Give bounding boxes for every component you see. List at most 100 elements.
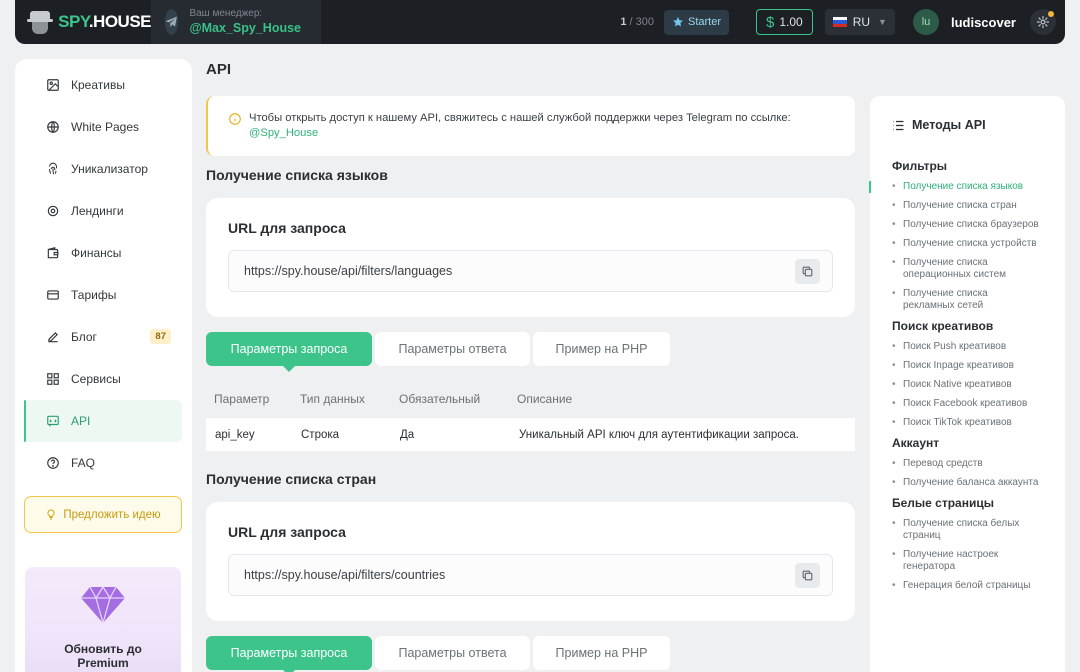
question-icon (46, 456, 60, 470)
table-cell: Строка (301, 429, 340, 441)
sidebar-item-label: Блог (71, 330, 97, 344)
avatar[interactable]: lu (912, 9, 939, 35)
premium-line-1: Обновить до (64, 642, 142, 656)
url-field-countries[interactable]: https://spy.house/api/filters/countries (228, 554, 833, 596)
sidebar-item-finance[interactable]: Финансы (24, 232, 182, 274)
sidebar-item-api[interactable]: API (24, 400, 182, 442)
table-cell: api_key (215, 429, 255, 441)
sidebar-item-creatives[interactable]: Креативы (24, 64, 182, 106)
column-header: Обязательный (399, 392, 481, 406)
method-link[interactable]: Поиск Native креативов (892, 379, 1042, 391)
copy-icon (802, 266, 813, 276)
manager-label: Ваш менеджер: (189, 8, 263, 19)
column-header: Параметр (214, 392, 270, 406)
method-link[interactable]: Получение списка стран (892, 200, 1042, 212)
method-link[interactable]: Получение списка языков (869, 181, 1042, 193)
method-link[interactable]: Перевод средств (892, 458, 1042, 470)
sidebar-item-white-pages[interactable]: White Pages (24, 106, 182, 148)
diamond-icon (81, 585, 125, 624)
copy-button[interactable] (795, 562, 820, 588)
sidebar-item-tariffs[interactable]: Тарифы (24, 274, 182, 316)
tab-php-example[interactable]: Пример на PHP (533, 332, 670, 366)
language-select[interactable]: RU ▼ (824, 9, 895, 35)
list-icon (893, 120, 904, 130)
tabs-languages: Параметры запроса Параметры ответа Приме… (206, 332, 673, 372)
tab-response-params[interactable]: Параметры ответа (375, 636, 530, 670)
table-cell: Уникальный API ключ для аутентификации з… (519, 429, 799, 441)
settings-button[interactable] (1030, 9, 1056, 35)
method-link[interactable]: Получение баланса аккаунта (892, 477, 1042, 489)
method-link[interactable]: Получение списка браузеров (892, 219, 1042, 231)
url-card-countries: URL для запроса https://spy.house/api/fi… (206, 502, 855, 621)
method-link[interactable]: Поиск Push креативов (892, 341, 1042, 353)
plan-badge[interactable]: Starter (663, 9, 729, 35)
method-link[interactable]: Получение списка рекламных сетей (892, 288, 1042, 312)
url-value: https://spy.house/api/filters/languages (244, 264, 453, 278)
sidebar-item-landings[interactable]: Лендинги (24, 190, 182, 232)
method-link[interactable]: Поиск Facebook креативов (892, 398, 1042, 410)
notification-dot (1048, 11, 1054, 17)
section-title-countries: Получение списка стран (206, 471, 377, 487)
globe-icon (46, 120, 60, 134)
api-icon (46, 414, 60, 428)
premium-line-2: Premium (77, 656, 129, 670)
section-title-languages: Получение списка языков (206, 167, 388, 183)
method-link[interactable]: Получение списка устройств (892, 238, 1042, 250)
methods-group-account: Аккаунт (892, 436, 940, 450)
usage-counter: 1 / 300 (620, 16, 654, 28)
lightbulb-icon (47, 509, 55, 520)
premium-upgrade-card[interactable]: Обновить до Premium (25, 567, 181, 672)
star-icon (672, 17, 683, 27)
username[interactable]: ludiscover (951, 15, 1016, 30)
sidebar-item-blog[interactable]: Блог 87 (24, 316, 182, 358)
copy-icon (802, 570, 813, 580)
spy-logo-icon (27, 9, 53, 35)
manager-link[interactable]: @Max_Spy_House (189, 20, 301, 36)
balance-button[interactable]: $ 1.00 (756, 9, 813, 35)
table-row: api_key Строка Да Уникальный API ключ дл… (206, 418, 855, 451)
language-value: RU (852, 15, 871, 29)
sidebar-item-label: Уникализатор (71, 162, 148, 176)
methods-group-filters: Фильтры (892, 159, 948, 173)
chevron-down-icon: ▼ (878, 17, 887, 27)
method-link[interactable]: Получение списка белых страниц (892, 518, 1042, 542)
suggest-idea-button[interactable]: Предложить идею (24, 496, 182, 533)
alert-text: Чтобы открыть доступ к нашему API, свяжи… (249, 112, 791, 124)
image-icon (46, 78, 60, 92)
method-link[interactable]: Поиск TikTok креативов (892, 417, 1042, 429)
sidebar-item-services[interactable]: Сервисы (24, 358, 182, 400)
dollar-icon: $ (766, 13, 775, 31)
url-card-title: URL для запроса (228, 524, 346, 540)
logo[interactable]: SPY.HOUSE (15, 0, 152, 44)
support-telegram-link[interactable]: @Spy_House (249, 127, 318, 139)
method-link[interactable]: Генерация белой страницы (892, 580, 1042, 592)
url-field-languages[interactable]: https://spy.house/api/filters/languages (228, 250, 833, 292)
url-card-languages: URL для запроса https://spy.house/api/fi… (206, 198, 855, 317)
tab-php-example[interactable]: Пример на PHP (533, 636, 670, 670)
copy-button[interactable] (795, 258, 820, 284)
methods-group-white-pages: Белые страницы (892, 496, 994, 510)
tab-response-params[interactable]: Параметры ответа (375, 332, 530, 366)
manager-block[interactable]: Ваш менеджер: @Max_Spy_House (151, 0, 321, 44)
column-header: Описание (517, 392, 573, 406)
table-header: Параметр Тип данных Обязательный Описани… (206, 392, 855, 408)
access-alert: Чтобы открыть доступ к нашему API, свяжи… (206, 96, 855, 156)
method-link[interactable]: Получение настроек генератора (892, 549, 1042, 573)
tab-request-params[interactable]: Параметры запроса (206, 332, 372, 372)
tabs-countries: Параметры запроса Параметры ответа Приме… (206, 636, 673, 672)
sidebar-item-label: Сервисы (71, 372, 121, 386)
method-link[interactable]: Поиск Inpage креативов (892, 360, 1042, 372)
russia-flag-icon (832, 17, 847, 27)
api-methods-panel: Методы API Фильтры Получение списка язык… (869, 96, 1065, 672)
sidebar-item-label: Финансы (71, 246, 122, 260)
sidebar-item-uniqualizer[interactable]: Уникализатор (24, 148, 182, 190)
methods-group-creative-search: Поиск креативов (892, 319, 994, 333)
sidebar-item-faq[interactable]: FAQ (24, 442, 182, 484)
tab-request-params[interactable]: Параметры запроса (206, 636, 372, 672)
card-icon (46, 288, 60, 302)
sidebar-item-label: Креативы (71, 78, 125, 92)
method-link[interactable]: Получение списка операционных систем (892, 257, 1042, 281)
target-icon (46, 204, 60, 218)
grid-icon (46, 372, 60, 386)
url-card-title: URL для запроса (228, 220, 346, 236)
